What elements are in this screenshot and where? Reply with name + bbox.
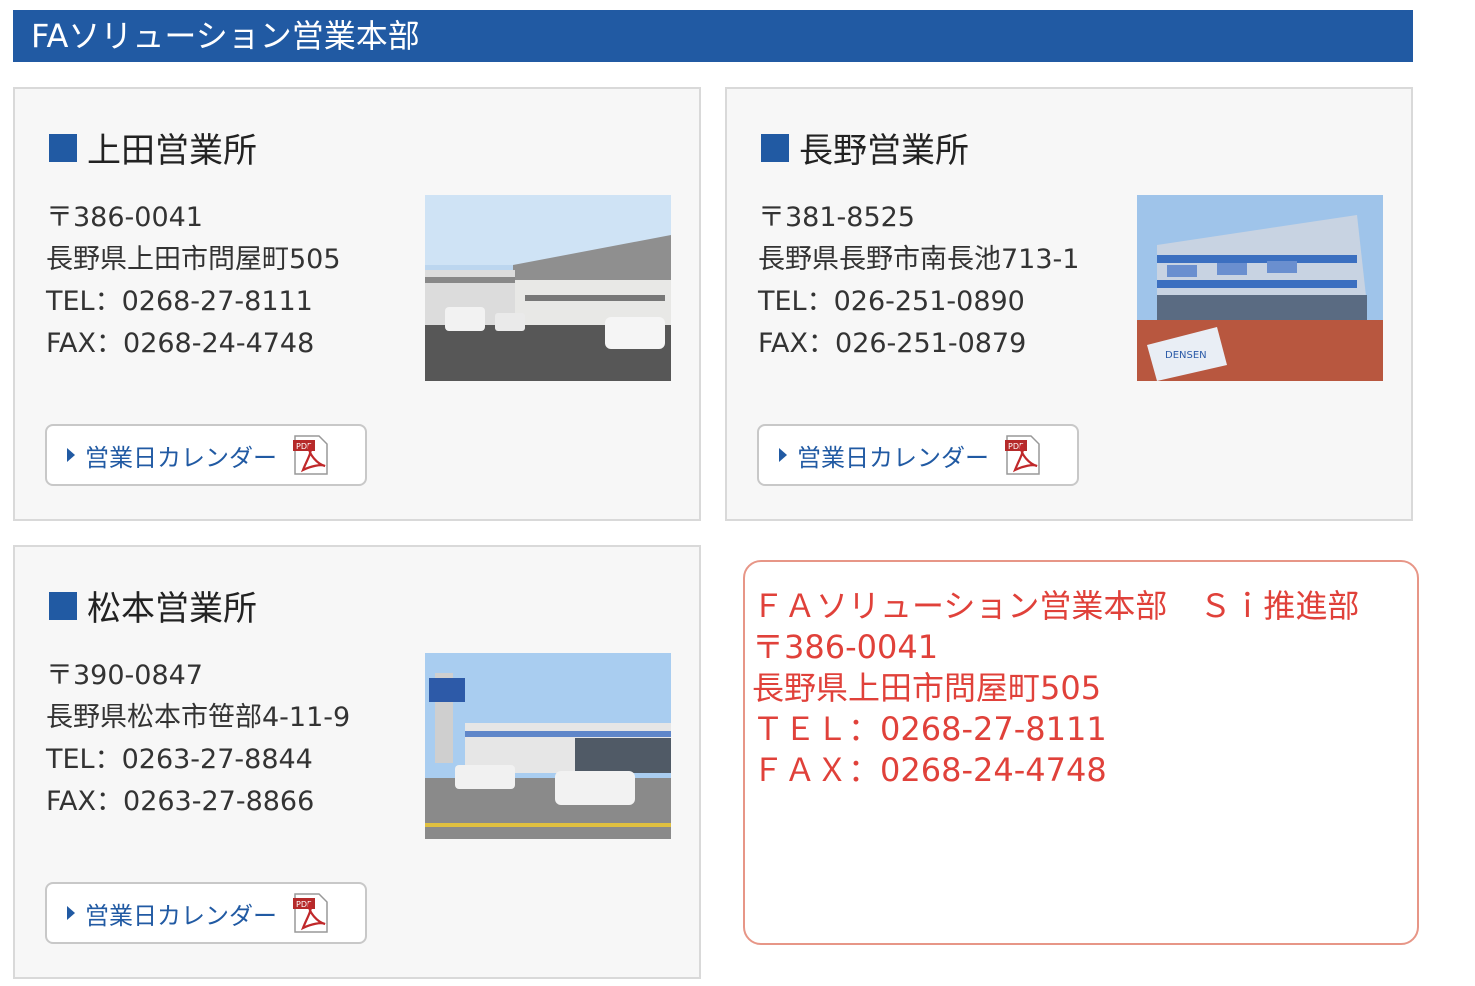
office-title: 上田営業所 bbox=[49, 123, 257, 172]
office-photo: DENSEN bbox=[1137, 195, 1383, 381]
postal-code: 〒390-0847 bbox=[46, 660, 203, 691]
office-title: 松本営業所 bbox=[49, 581, 257, 630]
postal-code: 〒381-8525 bbox=[758, 202, 915, 233]
office-name: 上田営業所 bbox=[87, 131, 257, 171]
fax-number: FAX：0263-27-8866 bbox=[46, 786, 315, 817]
fax-number: FAX：0268-24-4748 bbox=[46, 328, 315, 359]
office-address-block: 〒390-0847 長野県松本市笹部4-11-9 TEL：0263-27-884… bbox=[46, 655, 350, 823]
section-title: FAソリューション営業本部 bbox=[31, 17, 420, 55]
triangle-arrow-icon bbox=[67, 906, 75, 920]
pdf-icon: PDF bbox=[1005, 435, 1040, 475]
triangle-arrow-icon bbox=[779, 448, 787, 462]
si-division-title: ＦＡソリューション営業本部 Ｓｉ推進部 bbox=[752, 587, 1360, 625]
address-line: 長野県上田市問屋町505 bbox=[46, 244, 341, 275]
si-phone-number: ＴＥＬ：0268-27-8111 bbox=[752, 710, 1107, 748]
square-bullet-icon bbox=[49, 591, 77, 620]
phone-number: TEL：0268-27-8111 bbox=[46, 286, 313, 317]
svg-text:DENSEN: DENSEN bbox=[1165, 350, 1207, 361]
calendar-button[interactable]: 営業日カレンダー PDF bbox=[45, 424, 367, 486]
si-postal-code: 〒386-0041 bbox=[752, 628, 939, 666]
office-photo bbox=[425, 195, 671, 381]
section-header: FAソリューション営業本部 bbox=[13, 10, 1413, 62]
pdf-icon: PDF bbox=[293, 435, 328, 475]
calendar-button-label: 営業日カレンダー bbox=[85, 443, 277, 472]
postal-code: 〒386-0041 bbox=[46, 202, 203, 233]
phone-number: TEL：0263-27-8844 bbox=[46, 744, 313, 775]
si-division-info-box: ＦＡソリューション営業本部 Ｓｉ推進部 〒386-0041 長野県上田市問屋町5… bbox=[743, 560, 1419, 945]
si-fax-number: ＦＡＸ：0268-24-4748 bbox=[752, 751, 1107, 789]
fax-number: FAX：026-251-0879 bbox=[758, 328, 1027, 359]
office-card-ueda: 上田営業所 〒386-0041 長野県上田市問屋町505 TEL：0268-27… bbox=[13, 87, 701, 521]
address-line: 長野県長野市南長池713-1 bbox=[758, 244, 1080, 275]
office-name: 松本営業所 bbox=[87, 589, 257, 629]
office-address-block: 〒386-0041 長野県上田市問屋町505 TEL：0268-27-8111 … bbox=[46, 197, 341, 365]
office-photo bbox=[425, 653, 671, 839]
office-name: 長野営業所 bbox=[799, 131, 969, 171]
pdf-icon: PDF bbox=[293, 893, 328, 933]
office-card-nagano: 長野営業所 〒381-8525 長野県長野市南長池713-1 TEL：026-2… bbox=[725, 87, 1413, 521]
address-line: 長野県松本市笹部4-11-9 bbox=[46, 702, 351, 733]
si-address-line: 長野県上田市問屋町505 bbox=[752, 669, 1102, 707]
square-bullet-icon bbox=[49, 133, 77, 162]
phone-number: TEL：026-251-0890 bbox=[758, 286, 1025, 317]
calendar-button-label: 営業日カレンダー bbox=[797, 443, 989, 472]
triangle-arrow-icon bbox=[67, 448, 75, 462]
office-card-matsumoto: 松本営業所 〒390-0847 長野県松本市笹部4-11-9 TEL：0263-… bbox=[13, 545, 701, 979]
office-address-block: 〒381-8525 長野県長野市南長池713-1 TEL：026-251-089… bbox=[758, 197, 1079, 365]
square-bullet-icon bbox=[761, 133, 789, 162]
calendar-button[interactable]: 営業日カレンダー PDF bbox=[757, 424, 1079, 486]
calendar-button-label: 営業日カレンダー bbox=[85, 901, 277, 930]
calendar-button[interactable]: 営業日カレンダー PDF bbox=[45, 882, 367, 944]
office-title: 長野営業所 bbox=[761, 123, 969, 172]
